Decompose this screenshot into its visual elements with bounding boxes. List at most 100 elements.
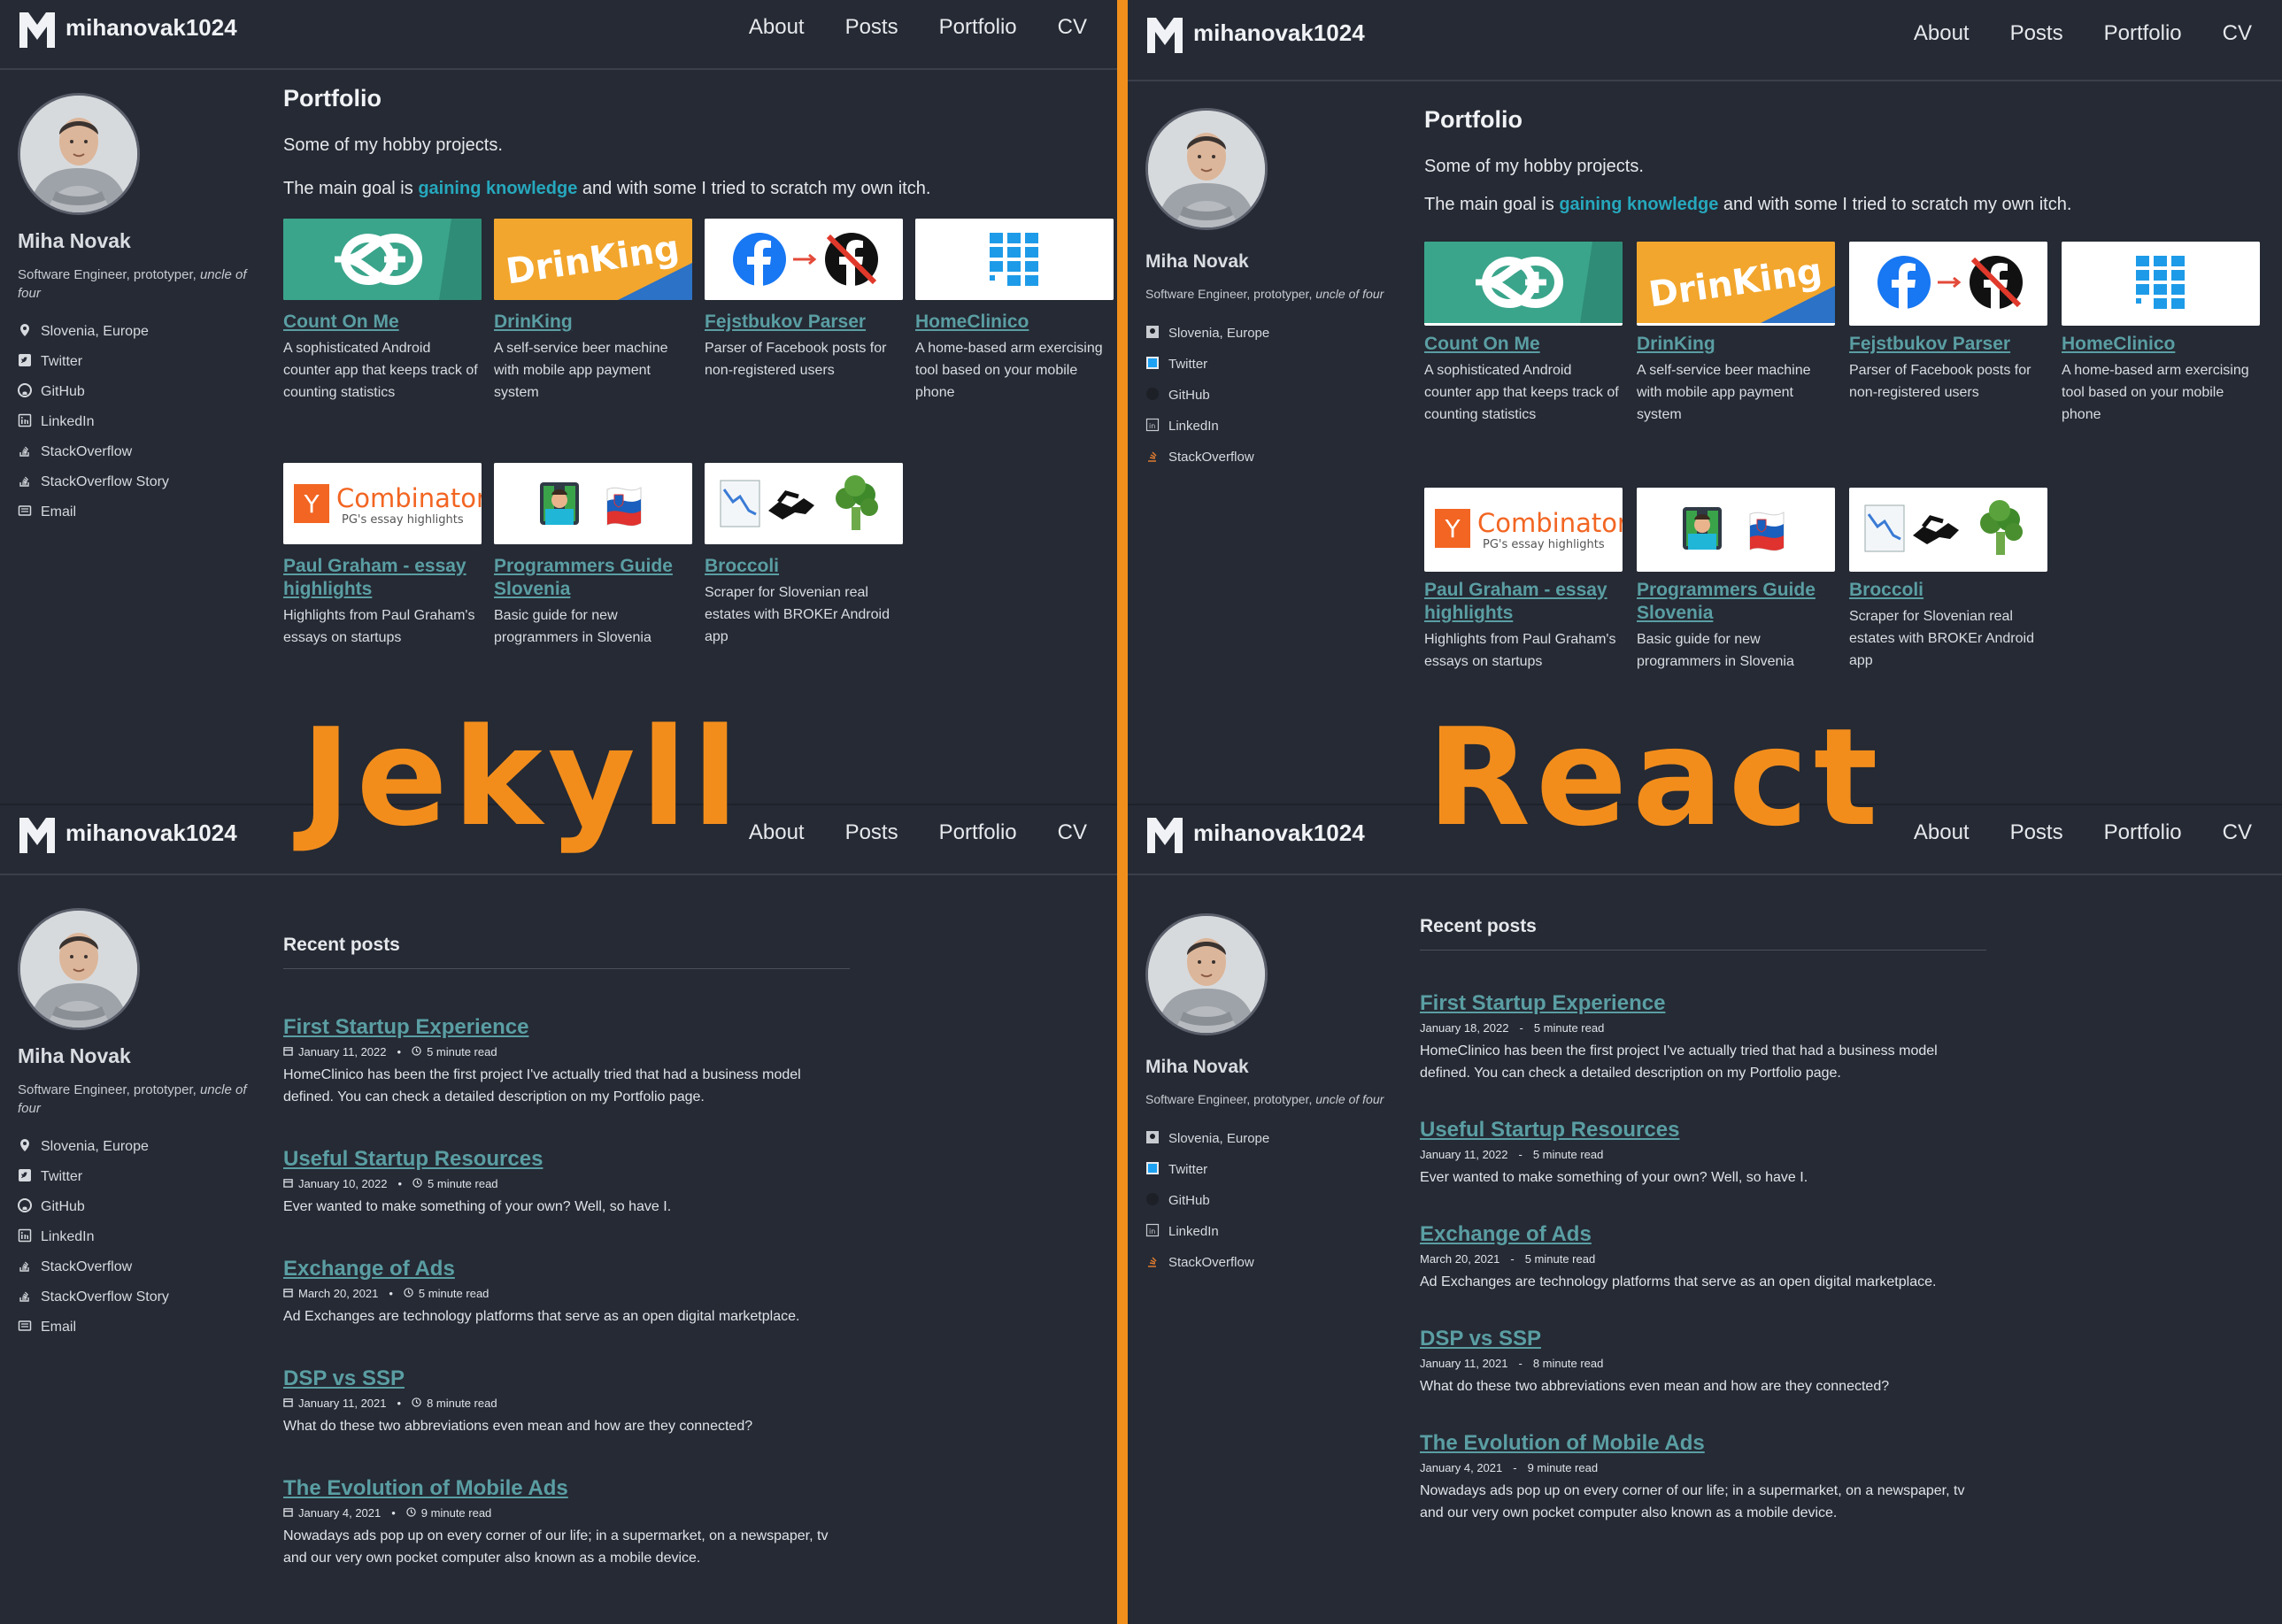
- sidebar-link-stackoverflow[interactable]: StackOverflow: [18, 437, 266, 467]
- project-thumbnail[interactable]: [705, 219, 903, 300]
- project-card[interactable]: Programmers Guide Slovenia Basic guide fo…: [494, 463, 692, 649]
- project-card[interactable]: Fejstbukov Parser Parser of Facebook post…: [705, 219, 903, 381]
- project-title-link[interactable]: HomeClinico: [915, 311, 1114, 334]
- project-thumbnail[interactable]: DrinKing: [494, 219, 692, 300]
- project-title-link[interactable]: Programmers Guide Slovenia: [494, 555, 692, 601]
- logo-icon[interactable]: [1145, 816, 1184, 855]
- nav-cv[interactable]: CV: [2223, 21, 2252, 46]
- logo-icon[interactable]: [18, 816, 57, 855]
- nav-about[interactable]: About: [1914, 820, 1970, 845]
- project-thumbnail[interactable]: Y Combinator PG's essay highlights: [1424, 488, 1623, 572]
- project-title-link[interactable]: HomeClinico: [2062, 333, 2260, 356]
- project-title-link[interactable]: Broccoli: [1849, 579, 2047, 602]
- project-card[interactable]: HomeClinico A home-based arm exercising t…: [915, 219, 1114, 404]
- nav-posts[interactable]: Posts: [845, 15, 898, 40]
- sidebar-link-twitter[interactable]: Twitter: [18, 1162, 266, 1192]
- project-thumbnail[interactable]: [705, 463, 903, 544]
- post-item: DSP vs SSP January 11, 2021-8 minute read…: [1420, 1327, 1986, 1397]
- project-card[interactable]: Fejstbukov Parser Parser of Facebook post…: [1849, 242, 2047, 404]
- project-thumbnail[interactable]: [2062, 242, 2260, 326]
- sidebar-link-linkedin[interactable]: in LinkedIn: [1145, 1216, 1393, 1247]
- project-title-link[interactable]: Paul Graham - essay highlights: [1424, 579, 1623, 625]
- sidebar-link-github[interactable]: GitHub: [1145, 380, 1393, 411]
- project-thumbnail[interactable]: [1849, 242, 2047, 326]
- post-title-link[interactable]: DSP vs SSP: [1420, 1327, 1986, 1351]
- sidebar-link-email[interactable]: Email: [18, 1312, 266, 1343]
- nav-about[interactable]: About: [749, 820, 805, 845]
- post-title-link[interactable]: First Startup Experience: [1420, 991, 1986, 1016]
- post-title-link[interactable]: Exchange of Ads: [283, 1257, 850, 1281]
- nav-about[interactable]: About: [749, 15, 805, 40]
- project-card[interactable]: Count On Me A sophisticated Android count…: [1424, 242, 1623, 426]
- sidebar-link-email[interactable]: Email: [18, 497, 266, 527]
- project-card[interactable]: Broccoli Scraper for Slovenian real estat…: [1849, 488, 2047, 672]
- sidebar-link-stackoverflow-story[interactable]: StackOverflow Story: [18, 1282, 266, 1312]
- project-card[interactable]: Broccoli Scraper for Slovenian real estat…: [705, 463, 903, 648]
- nav-cv[interactable]: CV: [1058, 15, 1087, 40]
- post-title-link[interactable]: First Startup Experience: [283, 1015, 850, 1040]
- project-thumbnail[interactable]: [283, 219, 482, 300]
- project-title-link[interactable]: Count On Me: [283, 311, 482, 334]
- post-title-link[interactable]: Useful Startup Resources: [1420, 1118, 1986, 1143]
- nav-portfolio[interactable]: Portfolio: [2104, 21, 2182, 46]
- nav-about[interactable]: About: [1914, 21, 1970, 46]
- logo-icon[interactable]: [18, 11, 57, 50]
- sidebar-link-github[interactable]: GitHub: [1145, 1185, 1393, 1216]
- project-title-link[interactable]: DrinKing: [494, 311, 692, 334]
- sidebar-link-github[interactable]: GitHub: [18, 1192, 266, 1222]
- sidebar-link-linkedin[interactable]: LinkedIn: [18, 1222, 266, 1252]
- project-thumbnail[interactable]: [915, 219, 1114, 300]
- site-brand[interactable]: mihanovak1024: [1193, 820, 1365, 847]
- nav-cv[interactable]: CV: [2223, 820, 2252, 845]
- post-title-link[interactable]: DSP vs SSP: [283, 1366, 850, 1391]
- project-title-link[interactable]: Programmers Guide Slovenia: [1637, 579, 1835, 625]
- project-thumbnail[interactable]: [1424, 242, 1623, 326]
- sidebar-link-twitter[interactable]: Twitter: [18, 347, 266, 377]
- project-title-link[interactable]: DrinKing: [1637, 333, 1835, 356]
- post-title-link[interactable]: Useful Startup Resources: [283, 1147, 850, 1172]
- site-brand[interactable]: mihanovak1024: [66, 14, 237, 42]
- site-brand[interactable]: mihanovak1024: [1193, 19, 1365, 47]
- sidebar-link-stackoverflow[interactable]: StackOverflow: [1145, 1247, 1393, 1278]
- project-thumbnail[interactable]: [494, 463, 692, 544]
- post-title-link[interactable]: The Evolution of Mobile Ads: [1420, 1431, 1986, 1456]
- sidebar-link-stackoverflow[interactable]: StackOverflow: [18, 1252, 266, 1282]
- project-thumbnail[interactable]: Y Combinator PG's essay highlights: [283, 463, 482, 544]
- project-card[interactable]: Programmers Guide Slovenia Basic guide fo…: [1637, 488, 1835, 673]
- logo-icon[interactable]: [1145, 16, 1184, 55]
- post-title-link[interactable]: Exchange of Ads: [1420, 1222, 1986, 1247]
- nav-posts[interactable]: Posts: [845, 820, 898, 845]
- project-thumbnail[interactable]: [1849, 488, 2047, 572]
- nav-posts[interactable]: Posts: [2010, 21, 2063, 46]
- project-title-link[interactable]: Fejstbukov Parser: [705, 311, 903, 334]
- project-card[interactable]: Y Combinator PG's essay highlights Paul Gra…: [1424, 488, 1623, 673]
- profile-name: Miha Novak: [18, 1044, 131, 1067]
- post-excerpt: Ad Exchanges are technology platforms th…: [1420, 1274, 1937, 1289]
- nav-posts[interactable]: Posts: [2010, 820, 2063, 845]
- nav-portfolio[interactable]: Portfolio: [2104, 820, 2182, 845]
- project-card[interactable]: DrinKing DrinKing A self-service beer mach…: [1637, 242, 1835, 426]
- post-title-link[interactable]: The Evolution of Mobile Ads: [283, 1476, 850, 1501]
- nav-portfolio[interactable]: Portfolio: [939, 15, 1017, 40]
- project-card[interactable]: Count On Me A sophisticated Android count…: [283, 219, 482, 404]
- project-title-link[interactable]: Broccoli: [705, 555, 903, 578]
- project-title-link[interactable]: Paul Graham - essay highlights: [283, 555, 482, 601]
- project-card[interactable]: HomeClinico A home-based arm exercising t…: [2062, 242, 2260, 426]
- project-card[interactable]: Y Combinator PG's essay highlights Paul Gra…: [283, 463, 482, 649]
- sidebar-link-linkedin[interactable]: LinkedIn: [18, 407, 266, 437]
- sidebar-link-github[interactable]: GitHub: [18, 377, 266, 407]
- nav-cv[interactable]: CV: [1058, 820, 1087, 845]
- sidebar-link-twitter[interactable]: Twitter: [1145, 349, 1393, 380]
- project-title-link[interactable]: Count On Me: [1424, 333, 1623, 356]
- sidebar-link-linkedin[interactable]: in LinkedIn: [1145, 411, 1393, 442]
- project-card[interactable]: DrinKing DrinKing A self-service beer mach…: [494, 219, 692, 404]
- project-description: Scraper for Slovenian real estates with …: [1849, 609, 2034, 668]
- site-brand[interactable]: mihanovak1024: [66, 820, 237, 847]
- sidebar-link-stackoverflow[interactable]: StackOverflow: [1145, 442, 1393, 473]
- sidebar-link-twitter[interactable]: Twitter: [1145, 1154, 1393, 1185]
- sidebar-link-stackoverflow-story[interactable]: StackOverflow Story: [18, 467, 266, 497]
- project-thumbnail[interactable]: DrinKing: [1637, 242, 1835, 326]
- project-title-link[interactable]: Fejstbukov Parser: [1849, 333, 2047, 356]
- nav-portfolio[interactable]: Portfolio: [939, 820, 1017, 845]
- project-thumbnail[interactable]: [1637, 488, 1835, 572]
